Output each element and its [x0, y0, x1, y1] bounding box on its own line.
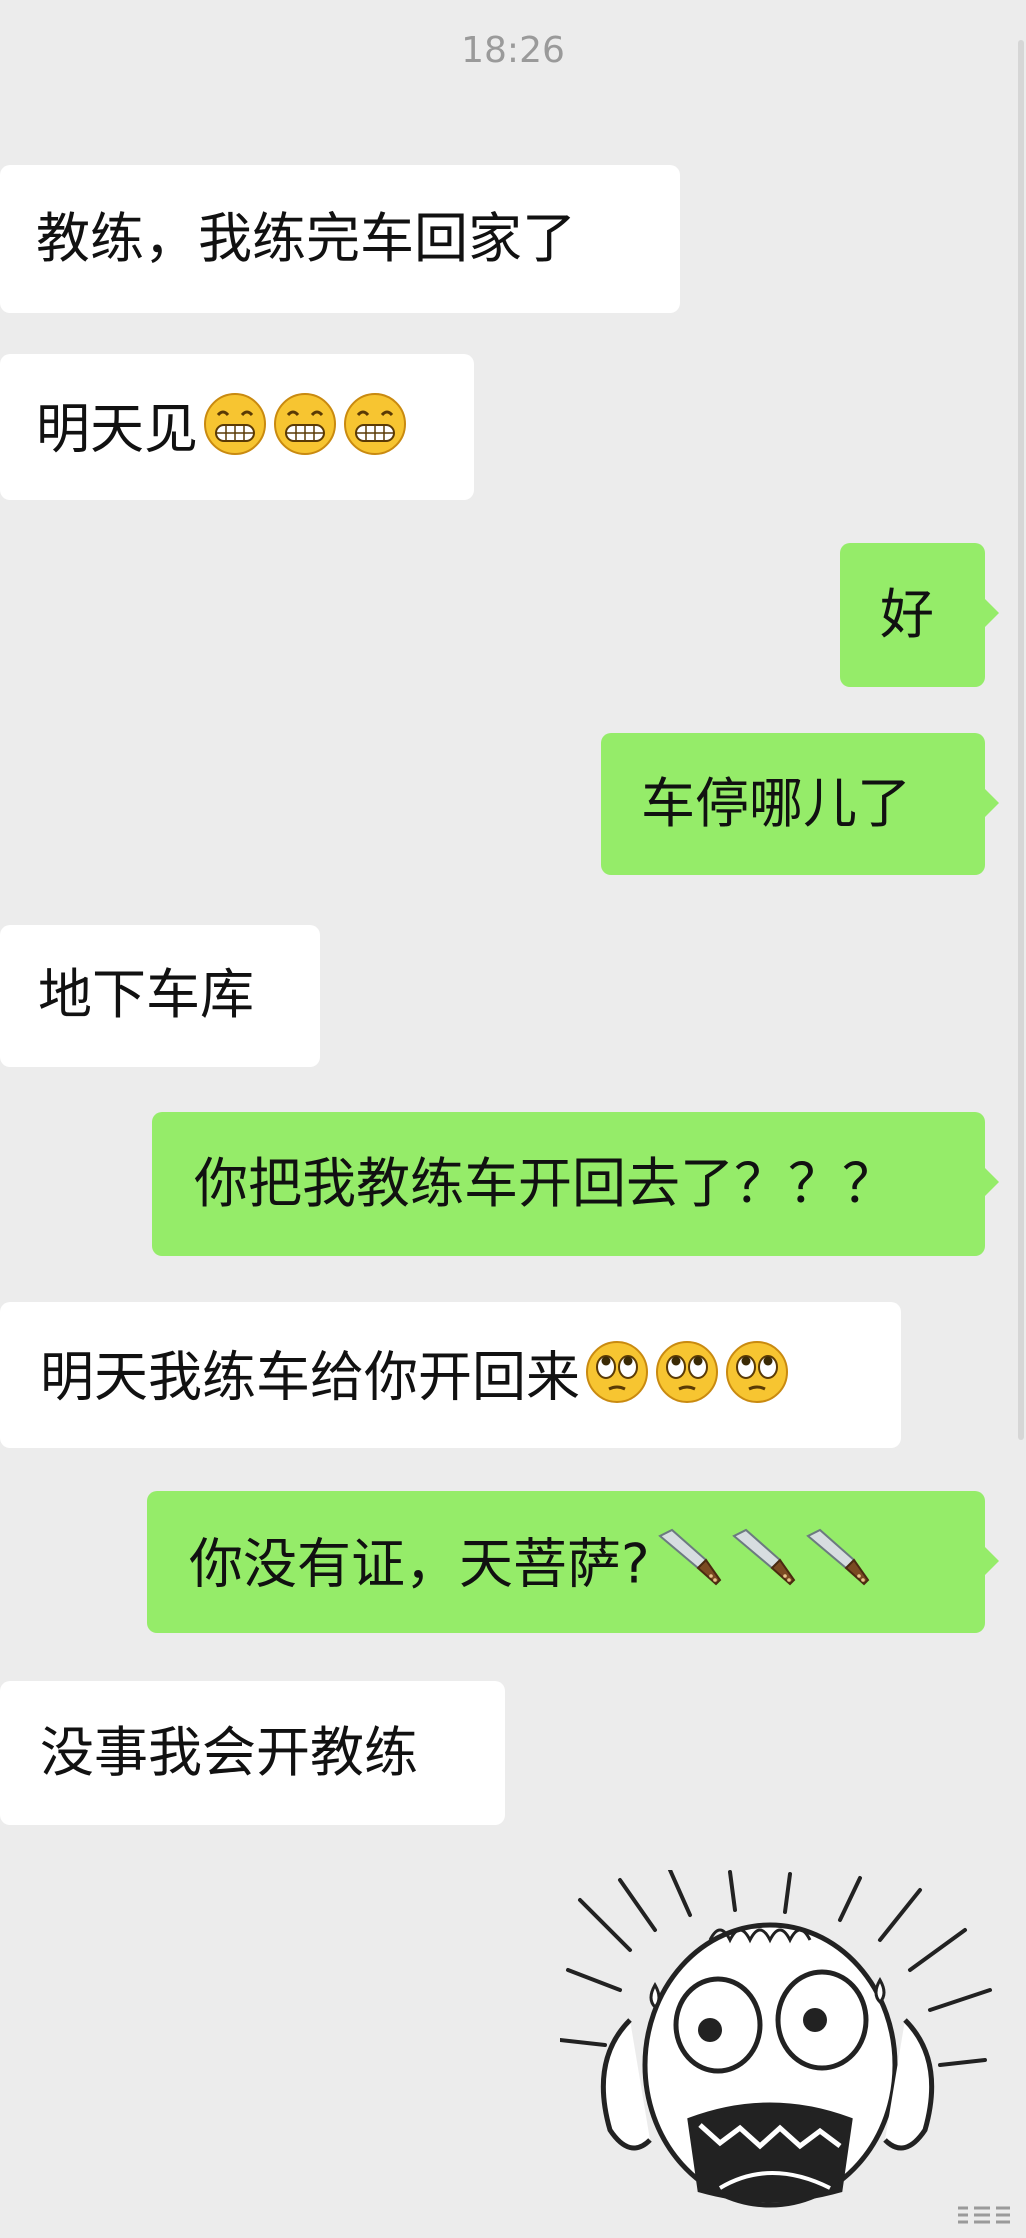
incoming-message-bubble[interactable]: 明天我练车给你开回来 — [0, 1302, 901, 1448]
incoming-message-bubble[interactable]: 地下车库 — [0, 925, 320, 1067]
message-text: 地下车库 — [38, 963, 254, 1026]
message-text: 明天我练车给你开回来 — [40, 1345, 580, 1409]
message-row: 车停哪儿了 — [601, 733, 999, 875]
message-text: 车停哪儿了 — [641, 772, 911, 835]
message-text: 没事我会开教练 — [40, 1721, 418, 1784]
rolling-eyes-icon — [584, 1339, 650, 1423]
grin-icon — [272, 391, 338, 475]
rolling-eyes-icon — [654, 1339, 720, 1423]
incoming-message-bubble[interactable]: 没事我会开教练 — [0, 1681, 505, 1825]
outgoing-message-bubble[interactable]: 好 — [840, 543, 999, 687]
shocked-cartoon-face-sticker[interactable] — [558, 1868, 1000, 2238]
message-text: 好 — [880, 583, 934, 646]
incoming-message-bubble[interactable]: 明天见 — [0, 354, 474, 500]
message-row: 地下车库 — [0, 925, 320, 1067]
watermark-logo — [954, 2202, 1014, 2228]
message-text: 你没有证，天菩萨? — [189, 1532, 650, 1596]
message-text: 教练，我练完车回家了 — [36, 207, 576, 270]
message-row: 没事我会开教练 — [0, 1681, 505, 1825]
rolling-eyes-icon — [724, 1339, 790, 1423]
message-row: 明天我练车给你开回来 — [0, 1302, 901, 1448]
kitchen-knife-icon — [728, 1526, 798, 1610]
outgoing-message-bubble[interactable]: 你把我教练车开回去了？？？ — [152, 1112, 999, 1256]
kitchen-knife-icon — [654, 1526, 724, 1610]
message-row: 你把我教练车开回去了？？？ — [152, 1112, 999, 1256]
incoming-message-bubble[interactable]: 教练，我练完车回家了 — [0, 165, 680, 313]
grin-icon — [202, 391, 268, 475]
message-text: 你把我教练车开回去了？？？ — [194, 1152, 896, 1215]
message-row: 明天见 — [0, 354, 474, 500]
timestamp: 18:26 — [461, 30, 565, 71]
message-row: 好 — [840, 543, 999, 687]
message-row: 教练，我练完车回家了 — [0, 165, 680, 313]
outgoing-message-bubble[interactable]: 车停哪儿了 — [601, 733, 999, 875]
message-text: 明天见 — [36, 397, 198, 461]
outgoing-message-bubble[interactable]: 你没有证，天菩萨? — [147, 1491, 999, 1633]
message-row: 你没有证，天菩萨? — [147, 1491, 999, 1633]
scrollbar[interactable] — [1018, 40, 1024, 1440]
grin-icon — [342, 391, 408, 475]
kitchen-knife-icon — [802, 1526, 872, 1610]
